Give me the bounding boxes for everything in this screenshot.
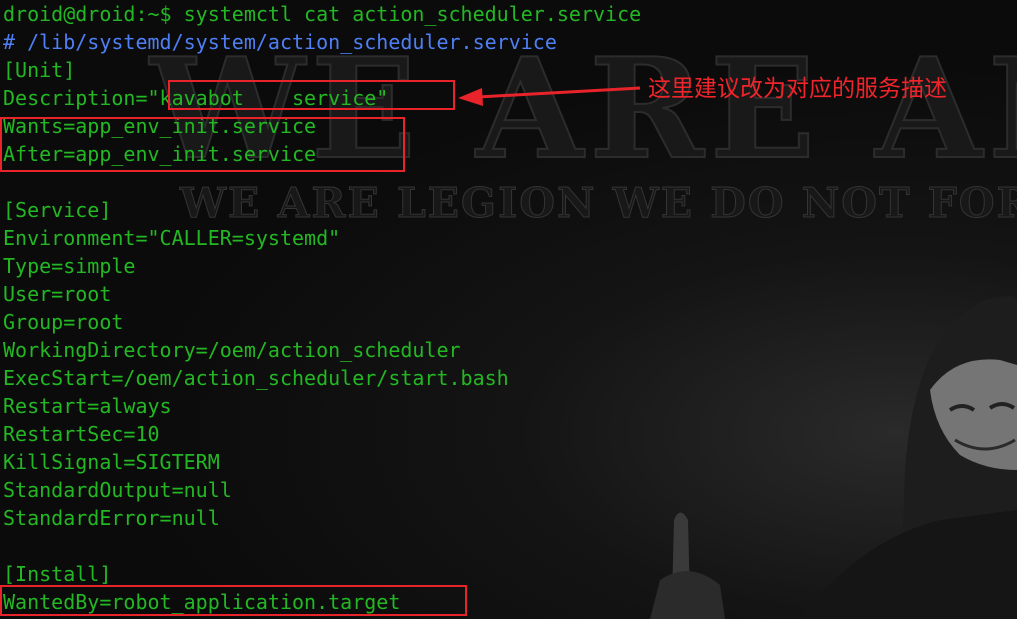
restart-line: Restart=always	[3, 394, 172, 418]
service-section-header: [Service]	[3, 198, 112, 222]
terminal-window[interactable]: WE ARE AN WE ARE LEGION WE DO NOT FORGIV…	[0, 0, 1017, 619]
restart-sec-line: RestartSec=10	[3, 422, 160, 446]
kill-signal-line: KillSignal=SIGTERM	[3, 450, 220, 474]
type-line: Type=simple	[3, 254, 136, 278]
environment-line: Environment="CALLER=systemd"	[3, 226, 341, 250]
wanted-by-highlight-box	[0, 585, 467, 616]
install-section-header: [Install]	[3, 562, 112, 586]
working-directory-line: WorkingDirectory=/oem/action_scheduler	[3, 338, 461, 362]
standard-error-line: StandardError=null	[3, 506, 220, 530]
user-line: User=root	[3, 282, 112, 306]
standard-output-line: StandardOutput=null	[3, 478, 232, 502]
description-value-highlight-box	[168, 80, 455, 110]
command-line: droid@droid:~$ systemctl cat action_sche…	[3, 2, 642, 26]
unit-file-path-comment: # /lib/systemd/system/action_scheduler.s…	[3, 30, 557, 54]
exec-start-line: ExecStart=/oem/action_scheduler/start.ba…	[3, 366, 509, 390]
annotation-note: 这里建议改为对应的服务描述	[648, 76, 947, 102]
wants-after-highlight-box	[0, 117, 405, 172]
group-line: Group=root	[3, 310, 124, 334]
